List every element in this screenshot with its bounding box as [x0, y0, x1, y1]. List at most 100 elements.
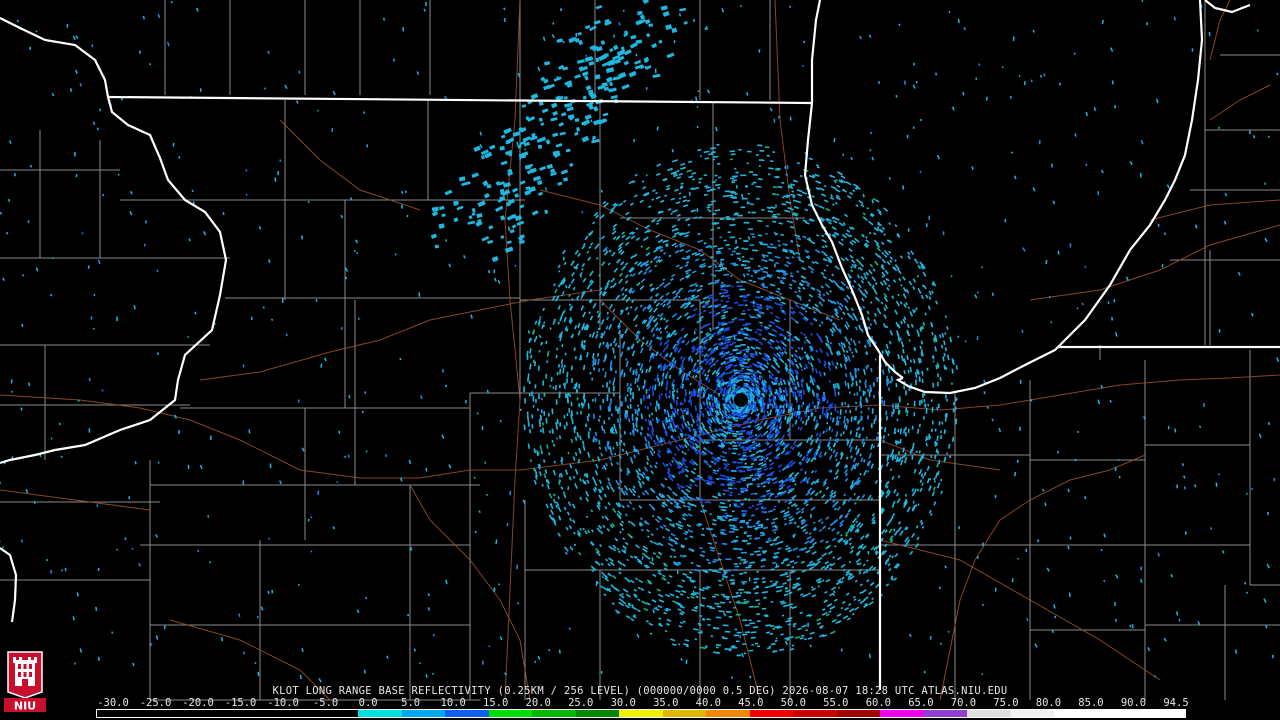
echo-pixel — [735, 246, 739, 249]
echo-pixel — [563, 383, 565, 386]
echo-pixel — [742, 633, 748, 636]
echo-pixel — [638, 387, 641, 391]
echo-pixel — [568, 408, 571, 413]
echo-pixel — [732, 250, 736, 253]
echo-pixel — [918, 423, 921, 428]
echo-pixel — [742, 333, 749, 336]
echo-pixel — [608, 387, 611, 393]
echo-pixel — [741, 387, 744, 390]
echo-pixel — [526, 411, 529, 416]
echo-pixel — [648, 388, 651, 392]
echo-pixel — [740, 206, 746, 209]
echo-pixel — [736, 631, 742, 634]
echo-pixel — [740, 344, 746, 346]
echo-pixel — [859, 396, 862, 401]
echo-pixel — [712, 158, 715, 161]
echo-pixel — [620, 401, 623, 407]
echo-pixel — [740, 559, 747, 561]
echo-pixel — [749, 257, 754, 260]
echo-pixel — [543, 392, 546, 397]
echo-pixel — [885, 410, 888, 416]
echo-pixel — [728, 601, 732, 603]
echo-pixel — [731, 218, 736, 221]
echo-pixel — [552, 386, 555, 390]
echo-pixel — [742, 355, 749, 357]
echo-pixel — [724, 630, 731, 633]
echo-pixel — [834, 404, 837, 407]
echo-pixel — [732, 595, 738, 598]
echo-pixel — [905, 407, 908, 413]
echo-pixel — [757, 645, 760, 648]
echo-pixel — [841, 402, 843, 406]
echo-pixel — [733, 201, 739, 204]
echo-pixel — [773, 398, 776, 403]
echo-pixel — [715, 646, 720, 649]
echo-pixel — [743, 327, 749, 330]
echo-pixel — [788, 403, 791, 409]
echo-pixel — [734, 317, 737, 320]
echo-pixel — [750, 233, 755, 236]
echo-pixel — [727, 296, 731, 299]
echo-pixel — [731, 175, 738, 178]
echo-pixel — [748, 564, 751, 567]
echo-pixel — [744, 631, 751, 634]
echo-pixel — [728, 615, 733, 618]
echo-pixel — [578, 383, 581, 389]
echo-pixel — [757, 398, 759, 403]
echo-pixel — [730, 158, 733, 161]
echo-pixel — [823, 413, 826, 416]
echo-pixel — [736, 535, 739, 538]
echo-pixel — [906, 413, 908, 417]
echo-pixel — [744, 267, 749, 270]
echo-pixel — [745, 523, 749, 525]
echo-pixel — [740, 592, 743, 594]
echo-pixel — [742, 514, 746, 517]
echo-pixel — [744, 337, 748, 339]
echo-pixel — [737, 257, 741, 260]
echo-pixel — [737, 252, 740, 255]
echo-pixel — [729, 579, 735, 582]
echo-pixel — [734, 565, 740, 568]
echo-pixel — [652, 391, 655, 397]
echo-pixel — [741, 367, 744, 370]
echo-pixel — [729, 491, 733, 494]
echo-pixel — [748, 649, 754, 652]
echo-pixel — [690, 391, 693, 397]
echo-pixel — [795, 396, 798, 401]
echo-pixel — [673, 389, 676, 393]
echo-pixel — [708, 393, 710, 400]
echo-pixel — [534, 384, 537, 389]
echo-pixel — [737, 330, 744, 333]
echo-pixel — [747, 269, 751, 272]
echo-pixel — [871, 408, 874, 414]
echo-pixel — [549, 384, 552, 388]
echo-pixel — [738, 493, 741, 496]
echo-pixel — [747, 308, 751, 311]
echo-pixel — [743, 571, 748, 574]
echo-pixel — [756, 570, 759, 573]
echo-pixel — [738, 148, 742, 151]
echo-pixel — [780, 397, 782, 401]
echo-pixel — [740, 365, 744, 367]
echo-pixel — [822, 405, 825, 410]
echo-pixel — [838, 416, 841, 420]
echo-pixel — [629, 383, 632, 387]
echo-pixel — [547, 412, 550, 417]
echo-pixel — [781, 396, 784, 402]
echo-pixel — [741, 512, 747, 515]
echo-pixel — [898, 410, 901, 414]
echo-pixel — [606, 394, 609, 398]
echo-pixel — [730, 253, 734, 256]
echo-pixel — [744, 531, 748, 534]
echo-pixel — [888, 387, 891, 391]
echo-pixel — [931, 406, 934, 413]
echo-pixel — [734, 504, 737, 507]
echo-pixel — [903, 385, 906, 390]
echo-pixel — [740, 491, 744, 493]
echo-pixel — [728, 248, 731, 250]
echo-pixel — [741, 264, 747, 267]
echo-pixel — [747, 228, 753, 231]
echo-pixel — [758, 165, 761, 167]
echo-pixel — [837, 391, 840, 396]
echo-pixel — [742, 583, 745, 585]
